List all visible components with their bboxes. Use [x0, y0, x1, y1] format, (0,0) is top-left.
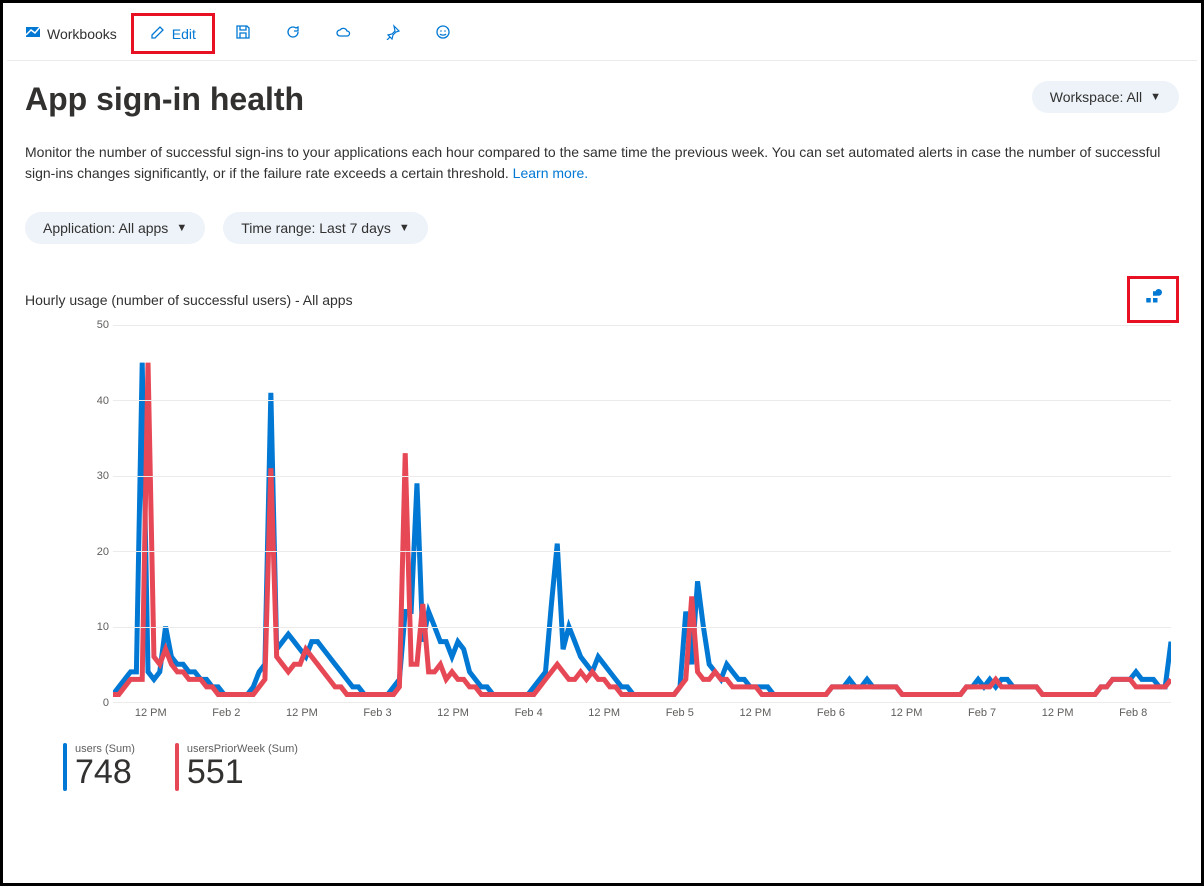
toolbar: Workbooks Edit [7, 7, 1197, 61]
feedback-button[interactable] [421, 20, 465, 47]
workspace-filter-label: Workspace: All [1050, 89, 1142, 105]
line-chart: 01020304050 12 PMFeb 212 PMFeb 312 PMFeb… [25, 325, 1179, 725]
save-icon [235, 24, 251, 43]
chart-title: Hourly usage (number of successful users… [25, 292, 353, 308]
legend-value-prior: 551 [187, 755, 298, 789]
page-description: Monitor the number of successful sign-in… [25, 142, 1179, 184]
edit-icon [150, 24, 166, 43]
feedback-icon [435, 24, 451, 43]
pin-icon [385, 24, 401, 43]
timerange-filter-label: Time range: Last 7 days [241, 220, 391, 236]
chevron-down-icon: ▼ [1150, 91, 1161, 103]
pin-button[interactable] [371, 20, 415, 47]
description-text: Monitor the number of successful sign-in… [25, 144, 1160, 181]
edit-label: Edit [172, 26, 196, 42]
chevron-down-icon: ▼ [176, 222, 187, 234]
page-title: App sign-in health [25, 81, 304, 118]
application-filter[interactable]: Application: All apps ▼ [25, 212, 205, 244]
tile-icon [1144, 289, 1162, 310]
cloud-icon [335, 24, 351, 43]
legend-value-users: 748 [75, 755, 135, 789]
application-filter-label: Application: All apps [43, 220, 168, 236]
cloud-button[interactable] [321, 20, 365, 47]
workbooks-label: Workbooks [47, 26, 117, 42]
chart-tile-action[interactable] [1127, 276, 1179, 323]
refresh-button[interactable] [271, 20, 315, 47]
learn-more-link[interactable]: Learn more. [513, 165, 588, 181]
legend-prior: usersPriorWeek (Sum) 551 [175, 743, 298, 791]
refresh-icon [285, 24, 301, 43]
workspace-filter[interactable]: Workspace: All ▼ [1032, 81, 1179, 113]
edit-button[interactable]: Edit [131, 13, 215, 54]
legend-bar-prior [175, 743, 179, 791]
workbooks-icon [25, 24, 41, 43]
workbooks-button[interactable]: Workbooks [17, 20, 125, 47]
save-button[interactable] [221, 20, 265, 47]
legend-bar-users [63, 743, 67, 791]
timerange-filter[interactable]: Time range: Last 7 days ▼ [223, 212, 428, 244]
legend-users: users (Sum) 748 [63, 743, 135, 791]
chevron-down-icon: ▼ [399, 222, 410, 234]
